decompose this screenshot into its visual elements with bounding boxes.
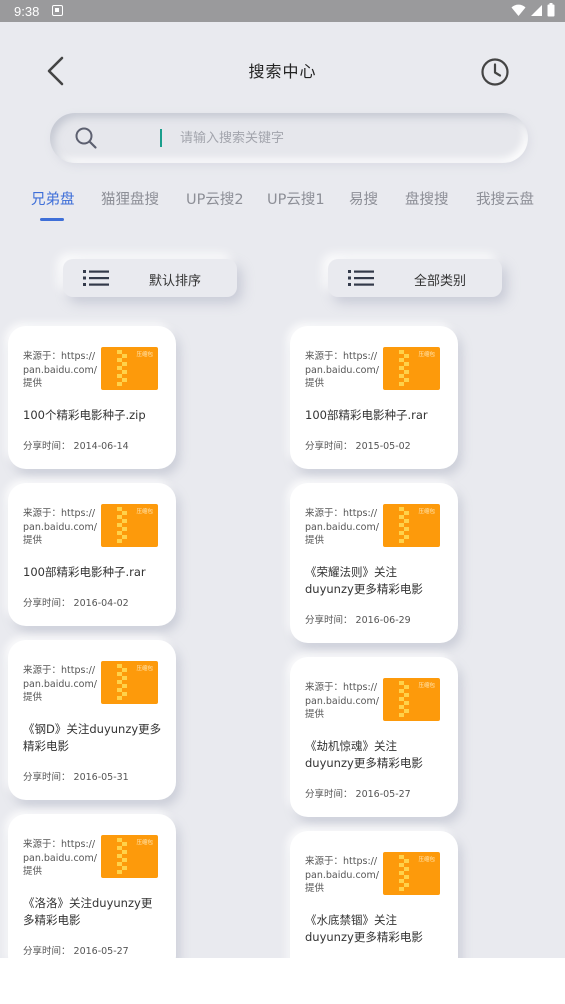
zip-file-icon: 压缩包 <box>383 347 440 390</box>
zip-file-icon: 压缩包 <box>101 835 158 878</box>
navigation-bar <box>0 958 565 1004</box>
result-date: 分享时间： 2014-06-14 <box>23 441 129 452</box>
result-source: 来源于：https://pan.baidu.com/提供 <box>23 351 97 389</box>
notification-icon <box>52 5 63 16</box>
result-date: 分享时间： 2016-06-29 <box>305 615 411 626</box>
tab-yisou[interactable]: 易搜 <box>349 188 378 209</box>
result-card[interactable]: 来源于：https://pan.baidu.com/提供 压缩包 100个精彩电… <box>8 326 176 469</box>
result-source: 来源于：https://pan.baidu.com/提供 <box>23 508 97 546</box>
list-icon <box>83 270 109 286</box>
result-date: 分享时间： 2016-04-02 <box>23 598 129 609</box>
tab-pansousou[interactable]: 盘搜搜 <box>405 188 449 209</box>
result-name: 《水底禁锢》关注duyunzy更多精彩电影 <box>305 913 423 944</box>
thumb-label: 压缩包 <box>418 683 435 689</box>
zip-file-icon: 压缩包 <box>101 504 158 547</box>
category-button[interactable]: 全部类别 <box>328 259 502 297</box>
tab-upyunsou2[interactable]: UP云搜2 <box>186 188 244 209</box>
tab-upyunsou1[interactable]: UP云搜1 <box>267 188 325 209</box>
category-button-label: 全部类别 <box>414 274 467 289</box>
search-bar[interactable] <box>50 113 528 163</box>
active-tab-indicator <box>40 218 64 221</box>
thumb-label: 压缩包 <box>136 666 153 672</box>
result-name: 《荣耀法则》关注duyunzy更多精彩电影 <box>305 565 423 596</box>
tab-xiongdipan[interactable]: 兄弟盘 <box>31 188 75 209</box>
sort-button-label: 默认排序 <box>149 274 202 289</box>
signal-icon <box>531 4 542 16</box>
text-cursor <box>160 129 162 147</box>
result-card[interactable]: 来源于：https://pan.baidu.com/提供 压缩包 100部精彩电… <box>8 483 176 626</box>
status-time: 9:38 <box>14 4 40 19</box>
result-date: 分享时间： 2016-05-31 <box>23 772 129 783</box>
battery-icon <box>547 3 555 17</box>
thumb-label: 压缩包 <box>136 352 153 358</box>
thumb-label: 压缩包 <box>136 509 153 515</box>
zip-file-icon: 压缩包 <box>383 852 440 895</box>
result-card[interactable]: 来源于：https://pan.baidu.com/提供 压缩包 《钢D》关注d… <box>8 640 176 800</box>
result-source: 来源于：https://pan.baidu.com/提供 <box>305 682 379 720</box>
thumb-label: 压缩包 <box>418 509 435 515</box>
result-name: 100部精彩电影种子.rar <box>305 408 428 422</box>
status-bar: 9:38 <box>0 0 565 22</box>
result-date: 分享时间： 2016-05-27 <box>23 946 129 957</box>
source-tabs: 兄弟盘 猫狸盘搜 UP云搜2 UP云搜1 易搜 盘搜搜 我搜云盘 <box>0 188 565 228</box>
result-source: 来源于：https://pan.baidu.com/提供 <box>23 665 97 703</box>
result-card[interactable]: 来源于：https://pan.baidu.com/提供 压缩包 《荣耀法则》关… <box>290 483 458 643</box>
result-name: 《洛洛》关注duyunzy更多精彩电影 <box>23 896 153 927</box>
thumb-label: 压缩包 <box>418 352 435 358</box>
zip-file-icon: 压缩包 <box>101 347 158 390</box>
clock-icon <box>481 58 509 86</box>
sort-button[interactable]: 默认排序 <box>63 259 237 297</box>
result-source: 来源于：https://pan.baidu.com/提供 <box>305 508 379 546</box>
thumb-label: 压缩包 <box>418 857 435 863</box>
wifi-icon <box>511 4 526 16</box>
result-name: 《钢D》关注duyunzy更多精彩电影 <box>23 722 162 753</box>
result-card[interactable]: 来源于：https://pan.baidu.com/提供 压缩包 100部精彩电… <box>290 326 458 469</box>
search-input[interactable] <box>180 123 500 153</box>
zip-file-icon: 压缩包 <box>383 678 440 721</box>
result-date: 分享时间： 2016-05-27 <box>305 789 411 800</box>
status-icons <box>511 3 555 17</box>
tab-wosouyunpan[interactable]: 我搜云盘 <box>476 188 534 209</box>
result-date: 分享时间： 2015-05-02 <box>305 441 411 452</box>
result-card[interactable]: 来源于：https://pan.baidu.com/提供 压缩包 《洛洛》关注d… <box>8 814 176 974</box>
tab-maolipansou[interactable]: 猫狸盘搜 <box>101 188 159 209</box>
search-icon <box>75 127 97 149</box>
result-name: 《劫机惊魂》关注duyunzy更多精彩电影 <box>305 739 423 770</box>
result-source: 来源于：https://pan.baidu.com/提供 <box>305 856 379 894</box>
result-source: 来源于：https://pan.baidu.com/提供 <box>305 351 379 389</box>
history-button[interactable] <box>478 55 512 89</box>
result-name: 100个精彩电影种子.zip <box>23 408 146 422</box>
search-center-screen: 9:38 搜索中心 兄弟盘 猫狸盘搜 UP云搜2 UP云搜1 易搜 盘搜 <box>0 0 565 1004</box>
result-source: 来源于：https://pan.baidu.com/提供 <box>23 839 97 877</box>
zip-file-icon: 压缩包 <box>383 504 440 547</box>
result-card[interactable]: 来源于：https://pan.baidu.com/提供 压缩包 《劫机惊魂》关… <box>290 657 458 817</box>
result-name: 100部精彩电影种子.rar <box>23 565 146 579</box>
list-icon <box>348 270 374 286</box>
zip-file-icon: 压缩包 <box>101 661 158 704</box>
thumb-label: 压缩包 <box>136 840 153 846</box>
